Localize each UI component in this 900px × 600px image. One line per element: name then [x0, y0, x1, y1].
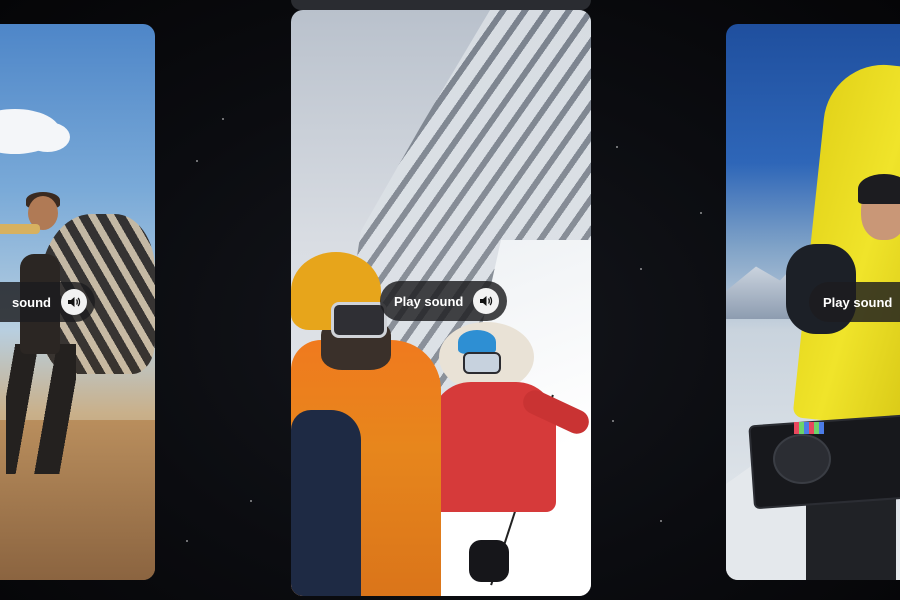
play-sound-label: Play sound	[394, 293, 464, 309]
speaker-icon	[61, 289, 87, 315]
play-sound-button-left[interactable]: sound	[0, 282, 95, 322]
play-sound-button-center[interactable]: Play sound	[380, 281, 508, 321]
trumpet-figure	[0, 224, 40, 234]
play-sound-label: sound	[12, 294, 51, 310]
card-top-edge	[291, 0, 591, 10]
play-sound-button-right[interactable]: Play sound	[809, 282, 900, 322]
play-sound-label: Play sound	[823, 294, 893, 310]
speaker-icon	[473, 288, 500, 314]
